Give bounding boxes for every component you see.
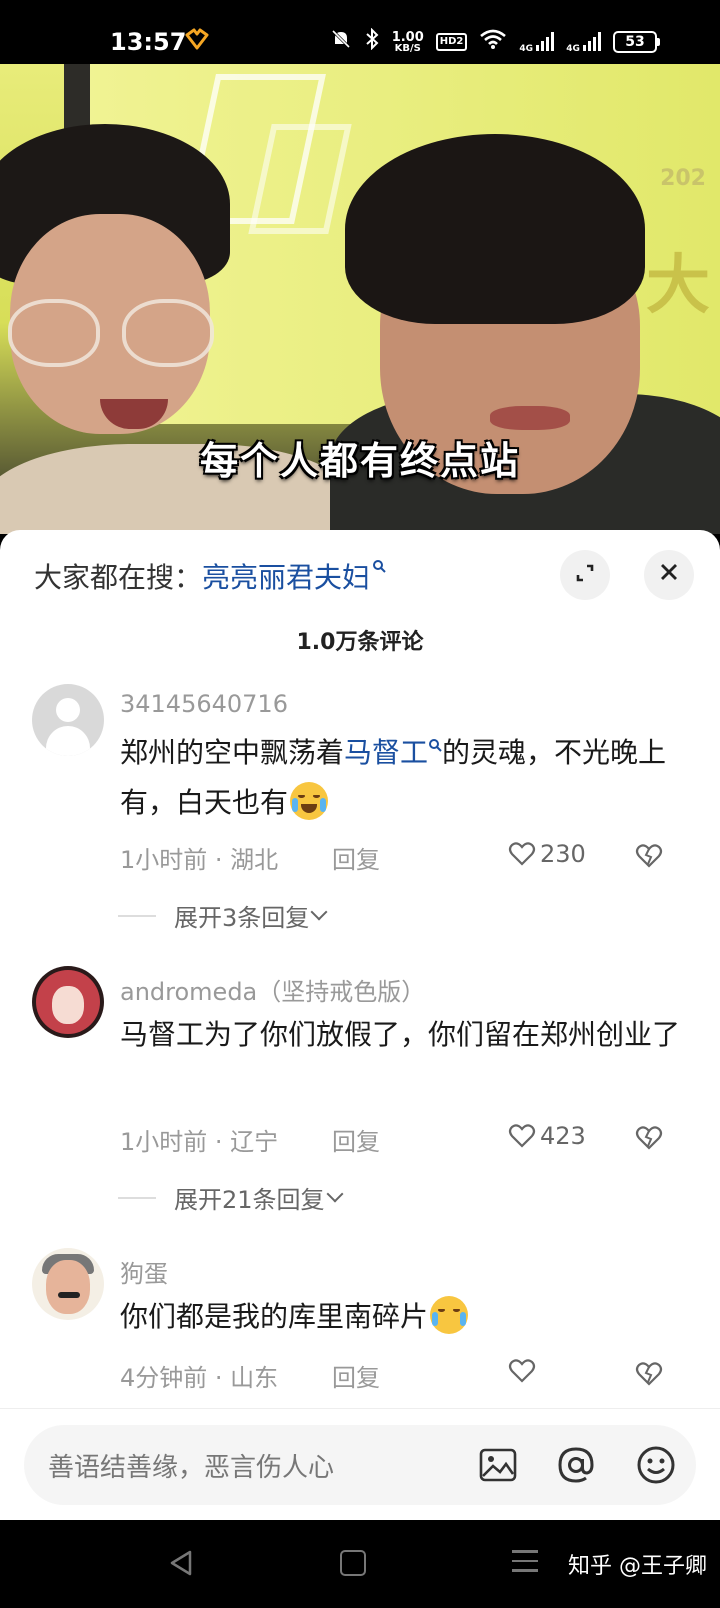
wifi-icon (479, 28, 507, 56)
status-bar: 13:57 1.00 KB/S HD2 4G 4G 53 (0, 0, 720, 64)
system-nav-bar: 知乎 @王子卿 (0, 1520, 720, 1608)
video-caption: 每个人都有终点站 (199, 438, 520, 483)
signal-icon: 4G (519, 31, 555, 54)
speed-unit: KB/S (394, 42, 421, 54)
app-heart-icon (184, 28, 210, 50)
heart-icon (508, 1123, 536, 1149)
broken-heart-icon (634, 1362, 664, 1392)
comment-meta: 1小时前 · 湖北 (120, 846, 279, 874)
speed-value: 1.00 (391, 29, 424, 45)
comment-input[interactable]: 善语结善缘，恶言伤人心 (24, 1425, 696, 1505)
trending-search-prefix: 大家都在搜： (34, 561, 203, 594)
bluetooth-icon (364, 27, 380, 56)
trending-search[interactable]: 大家都在搜： 亮亮丽君夫妇 (34, 556, 386, 596)
expand-icon (573, 561, 597, 589)
avatar[interactable] (32, 1248, 104, 1320)
person-right-mouth (490, 406, 570, 430)
comment-text: 马督工为了你们放假了，你们留在郑州创业了 (120, 1018, 681, 1051)
back-icon[interactable] (166, 1548, 196, 1578)
comment-item: 34145640716 郑州的空中飘荡着马督工 的灵魂，不光晚上有，白天也有 1小… (0, 684, 720, 944)
chevron-down-icon (310, 903, 328, 920)
image-icon[interactable] (476, 1443, 520, 1487)
menu-icon[interactable] (512, 1550, 538, 1579)
glasses (122, 299, 214, 367)
close-icon (658, 560, 680, 590)
reply-button[interactable]: 回复 (332, 1122, 380, 1157)
signal2-label: 4G (566, 43, 580, 54)
avatar[interactable] (32, 966, 104, 1038)
home-icon[interactable] (340, 1550, 366, 1576)
heart-icon (508, 1358, 536, 1384)
like-button[interactable]: 230 (508, 840, 586, 868)
comment-meta: 1小时前 · 辽宁 (120, 1128, 279, 1156)
glasses (8, 299, 100, 367)
comment-username[interactable]: 狗蛋 (120, 1254, 168, 1289)
broken-heart-icon (634, 1126, 664, 1156)
comment-item: andromeda（坚持戒色版） 马督工为了你们放假了，你们留在郑州创业了 1小… (0, 966, 720, 1226)
avatar[interactable] (32, 684, 104, 756)
hd-badge: HD2 (435, 33, 468, 51)
emoji-icon[interactable] (634, 1443, 678, 1487)
expand-button[interactable] (560, 550, 610, 600)
status-time: 13:57 (110, 28, 187, 56)
comment-input-bar: 善语结善缘，恶言伤人心 (0, 1408, 720, 1520)
video-player[interactable]: 202 大 每个人都有终点站 (0, 64, 720, 534)
laugh-cry-emoji-icon (290, 782, 329, 820)
watermark: 知乎 @王子卿 (568, 1554, 707, 1579)
expand-replies-button[interactable]: 展开3条回复 (118, 898, 328, 933)
heart-icon (508, 841, 536, 867)
battery-level: 53 (613, 31, 657, 53)
comment-username[interactable]: 34145640716 (120, 690, 288, 718)
battery-icon: 53 (613, 31, 660, 53)
comment-meta: 4分钟前 · 山东 (120, 1364, 279, 1392)
expand-replies-label: 展开3条回复 (174, 904, 310, 932)
trending-search-term[interactable]: 亮亮丽君夫妇 (202, 556, 370, 596)
dislike-button[interactable] (634, 1124, 666, 1154)
pleading-emoji-icon (430, 1296, 469, 1334)
chevron-down-icon (326, 1185, 344, 1202)
close-button[interactable] (644, 550, 694, 600)
reply-button[interactable]: 回复 (332, 840, 380, 875)
wall-text: 大 (646, 248, 710, 323)
comment-text-part: 你们都是我的库里南碎片 (120, 1300, 429, 1333)
comment-sheet: 大家都在搜： 亮亮丽君夫妇 1.0万条评论 34145640716 郑州的空中飘… (0, 530, 720, 1520)
like-count: 230 (540, 840, 586, 868)
like-button[interactable]: 423 (508, 1122, 586, 1150)
mute-icon (330, 28, 352, 56)
expand-replies-button[interactable]: 展开21条回复 (118, 1180, 344, 1215)
expand-replies-label: 展开21条回复 (174, 1186, 325, 1214)
comment-text: 你们都是我的库里南碎片 (120, 1294, 690, 1340)
dislike-button[interactable] (634, 842, 666, 872)
signal1-label: 4G (519, 43, 534, 54)
comment-username[interactable]: andromeda（坚持戒色版） (120, 972, 425, 1007)
search-icon (428, 737, 442, 756)
signal-icon: 4G (566, 31, 601, 54)
wall-year-text: 202 (660, 166, 706, 191)
comment-item: 狗蛋 你们都是我的库里南碎片 4分钟前 · 山东 回复 (0, 1248, 720, 1398)
at-icon[interactable] (554, 1443, 598, 1487)
dislike-button[interactable] (634, 1360, 666, 1390)
status-icons: 1.00 KB/S HD2 4G 4G 53 (330, 27, 660, 56)
like-count: 423 (540, 1122, 586, 1150)
broken-heart-icon (634, 844, 664, 874)
search-icon (372, 558, 386, 578)
comment-count: 1.0万条评论 (296, 630, 424, 655)
comment-input-placeholder: 善语结善缘，恶言伤人心 (48, 1453, 335, 1483)
reply-button[interactable]: 回复 (332, 1358, 380, 1393)
like-button[interactable] (508, 1358, 536, 1384)
network-speed: 1.00 KB/S (392, 31, 424, 54)
comment-text-part: 郑州的空中飘荡着 (120, 736, 345, 769)
person-right-hair (345, 134, 645, 324)
comment-text: 郑州的空中飘荡着马督工 的灵魂，不光晚上有，白天也有 (120, 730, 690, 826)
comment-keyword-link[interactable]: 马督工 (344, 736, 428, 769)
